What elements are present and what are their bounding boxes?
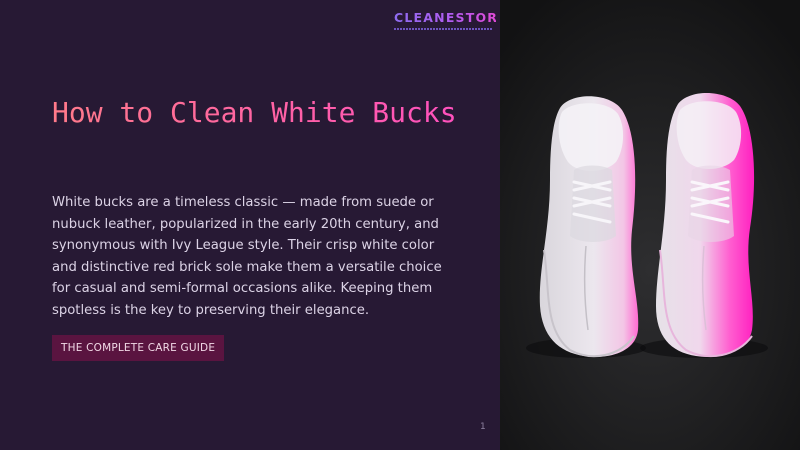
white-bucks-illustration (500, 0, 800, 450)
brand-tagline-decoration (394, 28, 492, 30)
care-guide-button[interactable]: THE COMPLETE CARE GUIDE (52, 335, 225, 361)
slide: How to Clean White Bucks White bucks are… (0, 0, 800, 450)
slide-title: How to Clean White Bucks (52, 92, 472, 134)
shoes-photo (500, 0, 800, 450)
content-panel: How to Clean White Bucks White bucks are… (0, 0, 500, 450)
intro-paragraph: White bucks are a timeless classic — mad… (52, 195, 442, 318)
page-number: 1 (480, 422, 486, 432)
brand-logo: CLEANESTOR (394, 10, 499, 36)
brand-wordmark: CLEANESTOR (394, 10, 499, 25)
